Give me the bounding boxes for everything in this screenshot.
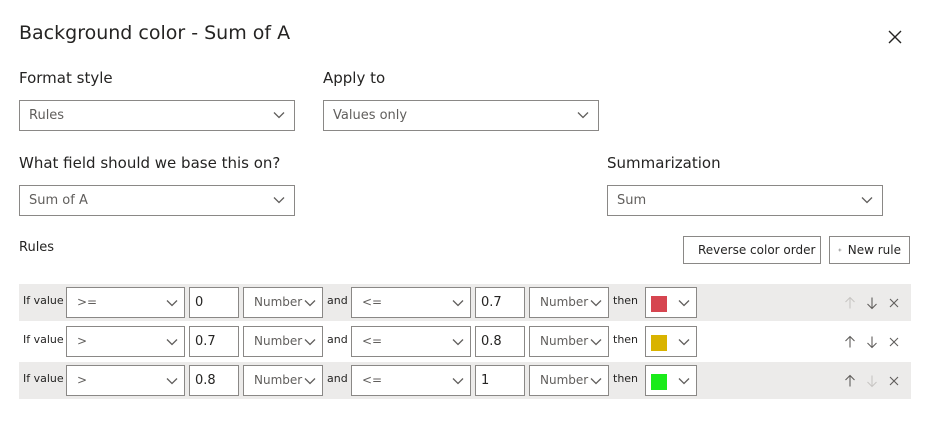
- chevron-down-icon: [861, 197, 873, 204]
- operator-1-dropdown[interactable]: >=: [66, 287, 185, 318]
- arrow-down-icon[interactable]: [865, 335, 879, 349]
- chevron-down-icon: [273, 112, 285, 119]
- chevron-down-icon: [452, 339, 464, 346]
- chevron-down-icon: [577, 112, 589, 119]
- arrow-down-icon[interactable]: [865, 296, 879, 310]
- operator-2-value: <=: [362, 295, 383, 309]
- type-1-dropdown[interactable]: Number: [243, 287, 323, 318]
- chevron-down-icon: [304, 339, 316, 346]
- apply-to-value: Values only: [333, 108, 408, 123]
- reverse-color-order-label: Reverse color order: [698, 243, 816, 257]
- chevron-down-icon: [452, 378, 464, 385]
- delete-rule-icon[interactable]: [887, 296, 901, 310]
- new-rule-label: New rule: [847, 243, 901, 257]
- operator-1-dropdown[interactable]: >: [66, 365, 185, 396]
- dialog-title: Background color - Sum of A: [19, 22, 291, 44]
- type-2-value: Number: [540, 373, 589, 387]
- close-icon[interactable]: [884, 26, 906, 48]
- chevron-down-icon: [304, 300, 316, 307]
- rule-row: If value > 0.8 Number and <= 1 Number th…: [19, 362, 911, 399]
- apply-to-label: Apply to: [323, 69, 386, 87]
- rule-row: If value >= 0 Number and <= 0.7 Number t…: [19, 284, 911, 321]
- format-style-label: Format style: [19, 69, 113, 87]
- if-value-label: If value: [23, 294, 64, 307]
- type-1-value: Number: [254, 334, 303, 348]
- chevron-down-icon: [590, 378, 602, 385]
- type-2-dropdown[interactable]: Number: [529, 326, 609, 357]
- type-1-value: Number: [254, 295, 303, 309]
- plus-icon: [838, 248, 842, 252]
- then-label: then: [613, 294, 639, 307]
- base-field-dropdown[interactable]: Sum of A: [19, 185, 295, 216]
- rules-label: Rules: [19, 240, 55, 255]
- type-2-dropdown[interactable]: Number: [529, 365, 609, 396]
- color-picker-dropdown[interactable]: [645, 365, 697, 396]
- delete-rule-icon[interactable]: [887, 335, 901, 349]
- type-1-dropdown[interactable]: Number: [243, 365, 323, 396]
- chevron-down-icon: [166, 378, 178, 385]
- if-value-label: If value: [23, 372, 64, 385]
- summarization-dropdown[interactable]: Sum: [607, 185, 883, 216]
- summarization-value: Sum: [617, 193, 647, 208]
- and-label: and: [327, 333, 348, 346]
- value-1-input[interactable]: 0.8: [189, 365, 239, 396]
- arrow-up-icon[interactable]: [843, 296, 857, 310]
- color-swatch: [651, 335, 667, 351]
- type-2-value: Number: [540, 295, 589, 309]
- arrow-up-icon[interactable]: [843, 374, 857, 388]
- color-picker-dropdown[interactable]: [645, 326, 697, 357]
- color-swatch: [651, 374, 667, 390]
- apply-to-dropdown[interactable]: Values only: [323, 100, 599, 131]
- chevron-down-icon: [304, 378, 316, 385]
- operator-1-value: >: [77, 334, 88, 348]
- delete-rule-icon[interactable]: [887, 374, 901, 388]
- chevron-down-icon: [678, 378, 690, 385]
- value-1-input[interactable]: 0: [189, 287, 239, 318]
- format-style-dropdown[interactable]: Rules: [19, 100, 295, 131]
- operator-1-value: >=: [77, 295, 98, 309]
- and-label: and: [327, 294, 348, 307]
- value-1-input[interactable]: 0.7: [189, 326, 239, 357]
- operator-2-dropdown[interactable]: <=: [351, 365, 471, 396]
- if-value-label: If value: [23, 333, 64, 346]
- arrow-up-icon[interactable]: [843, 335, 857, 349]
- chevron-down-icon: [678, 300, 690, 307]
- value-2-input[interactable]: 1: [475, 365, 525, 396]
- type-1-dropdown[interactable]: Number: [243, 326, 323, 357]
- operator-1-value: >: [77, 373, 88, 387]
- chevron-down-icon: [590, 300, 602, 307]
- color-picker-dropdown[interactable]: [645, 287, 697, 318]
- type-1-value: Number: [254, 373, 303, 387]
- arrow-down-icon[interactable]: [865, 374, 879, 388]
- operator-1-dropdown[interactable]: >: [66, 326, 185, 357]
- operator-2-dropdown[interactable]: <=: [351, 287, 471, 318]
- chevron-down-icon: [452, 300, 464, 307]
- reverse-color-order-button[interactable]: Reverse color order: [683, 236, 821, 264]
- chevron-down-icon: [166, 300, 178, 307]
- new-rule-button[interactable]: New rule: [829, 236, 910, 264]
- operator-2-dropdown[interactable]: <=: [351, 326, 471, 357]
- operator-2-value: <=: [362, 373, 383, 387]
- base-field-value: Sum of A: [29, 193, 88, 208]
- chevron-down-icon: [273, 197, 285, 204]
- value-2-input[interactable]: 0.7: [475, 287, 525, 318]
- format-style-value: Rules: [29, 108, 65, 123]
- and-label: and: [327, 372, 348, 385]
- chevron-down-icon: [166, 339, 178, 346]
- rule-row: If value > 0.7 Number and <= 0.8 Number …: [19, 323, 911, 360]
- summarization-label: Summarization: [607, 154, 721, 172]
- value-2-input[interactable]: 0.8: [475, 326, 525, 357]
- then-label: then: [613, 333, 639, 346]
- type-2-value: Number: [540, 334, 589, 348]
- operator-2-value: <=: [362, 334, 383, 348]
- then-label: then: [613, 372, 639, 385]
- chevron-down-icon: [590, 339, 602, 346]
- chevron-down-icon: [678, 339, 690, 346]
- type-2-dropdown[interactable]: Number: [529, 287, 609, 318]
- base-field-label: What field should we base this on?: [19, 154, 281, 172]
- color-swatch: [651, 296, 667, 312]
